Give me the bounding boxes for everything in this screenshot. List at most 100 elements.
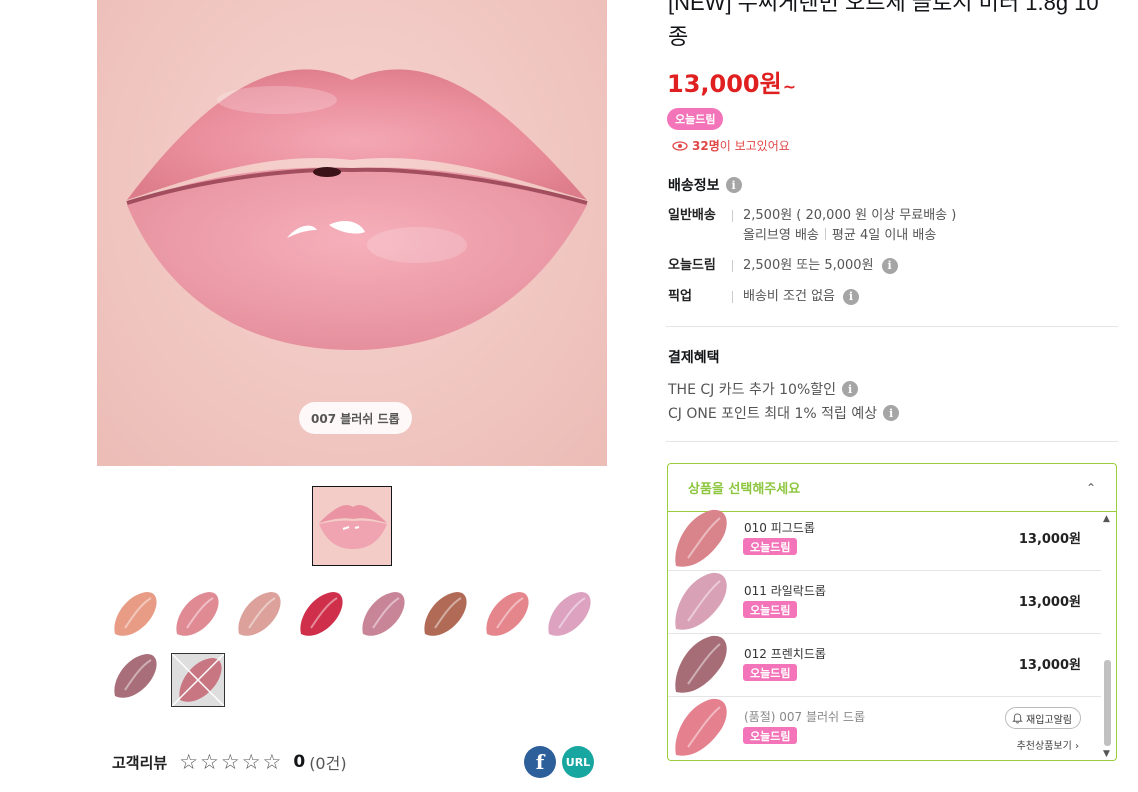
option-item[interactable]: 011 라일락드롭 오늘드림 13,000원 <box>668 571 1101 634</box>
option-swatch <box>675 698 727 756</box>
shipping-general-avg: 평균 4일 이내 배송 <box>831 228 937 243</box>
option-selector-header[interactable]: 상품을 선택해주세요 ⌃ <box>668 464 1116 512</box>
star-icon: ☆ <box>179 750 199 774</box>
option-name: 010 피그드롭 <box>744 521 815 535</box>
shipping-title-text: 배송정보 <box>668 178 720 194</box>
swatch-soldout[interactable] <box>171 653 225 707</box>
info-icon[interactable]: i <box>843 289 859 305</box>
option-swatch <box>675 635 727 693</box>
option-swatch <box>675 572 727 630</box>
product-price: 13,000원~ <box>667 64 796 99</box>
swatch-006[interactable] <box>417 588 471 642</box>
swatch-004[interactable] <box>293 588 347 642</box>
gallery-thumbnail[interactable] <box>312 486 392 566</box>
chevron-up-icon: ⌃ <box>1085 480 1096 495</box>
option-selector-prompt: 상품을 선택해주세요 <box>688 482 801 497</box>
review-label: 고객리뷰 <box>112 753 168 772</box>
benefit-cj-one: CJ ONE 포인트 최대 1% 적립 예상 i <box>668 403 900 423</box>
payment-benefits-title: 결제혜택 <box>668 350 720 366</box>
info-icon[interactable]: i <box>842 381 859 397</box>
option-name: 011 라일락드롭 <box>744 584 826 598</box>
facebook-share-button[interactable]: f <box>524 746 556 778</box>
option-swatch <box>675 509 727 567</box>
benefit-cj-one-text: CJ ONE 포인트 최대 1% 적립 예상 <box>668 406 878 422</box>
star-icon: ☆ <box>220 750 240 774</box>
option-list: 010 피그드롭 오늘드림 13,000원 011 라일락드롭 오늘드림 13,… <box>668 509 1101 760</box>
shipping-general-line-1: 2,500원 ( 20,000 원 이상 무료배송 ) <box>743 208 957 223</box>
shipping-row-today: 오늘드림 2,500원 또는 5,000원 i <box>668 256 898 276</box>
current-option-label: 007 블러쉬 드롭 <box>299 402 412 434</box>
option-list-scrollbar[interactable]: ▲ ▼ <box>1101 514 1115 759</box>
bell-icon <box>1012 712 1023 724</box>
swatch-001[interactable] <box>107 588 161 642</box>
star-icon: ☆ <box>200 750 219 774</box>
swatch-005[interactable] <box>355 588 409 642</box>
separator <box>732 210 733 222</box>
shipping-key-pickup: 픽업 <box>668 289 692 304</box>
review-bar: 고객리뷰 ☆ ☆ ☆ ☆ ☆ 0 (0건) f URL <box>112 742 604 782</box>
shipping-value-pickup: 배송비 조건 없음 <box>743 289 835 304</box>
today-delivery-badge: 오늘드림 <box>743 727 798 744</box>
viewer-count: 32명이 보고있어요 <box>672 137 790 154</box>
shipping-info-title: 배송정보 i <box>668 175 742 195</box>
scroll-down-icon[interactable]: ▼ <box>1103 749 1110 759</box>
option-name: 012 프렌치드롭 <box>744 647 826 661</box>
option-item[interactable]: 012 프렌치드롭 오늘드림 13,000원 <box>668 634 1101 697</box>
option-price: 13,000원 <box>1018 595 1081 610</box>
eye-icon <box>672 140 688 151</box>
today-delivery-badge: 오늘드림 <box>667 108 724 130</box>
option-item[interactable]: 010 피그드롭 오늘드림 13,000원 <box>668 508 1101 571</box>
scroll-up-icon[interactable]: ▲ <box>1103 514 1110 524</box>
price-value: 13,000원 <box>667 70 782 98</box>
swatch-007[interactable] <box>479 588 533 642</box>
info-icon[interactable]: i <box>725 177 742 193</box>
swatch-009[interactable] <box>107 650 161 704</box>
soldout-x-icon <box>172 654 224 706</box>
shipping-row-general: 일반배송 2,500원 ( 20,000 원 이상 무료배송 ) 올리브영 배송… <box>668 206 956 246</box>
option-name: (품절) 007 블러쉬 드롭 <box>744 710 865 724</box>
shipping-key-today: 오늘드림 <box>668 258 716 273</box>
divider <box>666 326 1118 327</box>
benefit-cj-card-text: THE CJ 카드 추가 10%할인 <box>668 382 837 398</box>
star-icon: ☆ <box>262 750 282 774</box>
price-suffix: ~ <box>782 77 797 96</box>
shipping-key-general: 일반배송 <box>668 208 716 223</box>
main-product-image: 007 블러쉬 드롭 <box>97 0 607 466</box>
shipping-row-pickup: 픽업 배송비 조건 없음 i <box>668 287 859 307</box>
star-icon: ☆ <box>241 750 261 774</box>
recommend-products-link[interactable]: 추천상품보기 › <box>1017 737 1079 752</box>
option-item-soldout[interactable]: (품절) 007 블러쉬 드롭 오늘드림 재입고알림 추천상품보기 › <box>668 697 1101 760</box>
option-price: 13,000원 <box>1018 532 1081 547</box>
swatch-003[interactable] <box>231 588 285 642</box>
swatch-002[interactable] <box>169 588 223 642</box>
url-copy-button[interactable]: URL <box>562 746 594 778</box>
shipping-general-olive: 올리브영 배송 <box>743 228 819 243</box>
option-price: 13,000원 <box>1018 658 1081 673</box>
info-icon[interactable]: i <box>881 258 898 274</box>
scrollbar-thumb[interactable] <box>1104 660 1111 746</box>
separator <box>732 260 733 272</box>
benefit-cj-card: THE CJ 카드 추가 10%할인 i <box>668 379 859 399</box>
restock-alert-button[interactable]: 재입고알림 <box>1005 707 1081 729</box>
separator <box>824 228 826 240</box>
info-icon[interactable]: i <box>883 405 900 421</box>
product-title: [NEW] 누씨게렌빈 오르세 글로시 미터 1.8g 10종 <box>668 0 1099 49</box>
shipping-general-line-2: 올리브영 배송 평균 4일 이내 배송 <box>743 226 956 246</box>
today-delivery-badge: 오늘드림 <box>743 538 798 555</box>
shipping-value-today: 2,500원 또는 5,000원 <box>743 258 874 273</box>
review-score: 0 <box>293 752 306 772</box>
option-selector: 상품을 선택해주세요 ⌃ 010 피그드롭 오늘드림 13,000원 011 라… <box>667 463 1117 761</box>
review-count[interactable]: (0건) <box>309 750 346 774</box>
lips-image <box>126 69 588 350</box>
today-delivery-badge: 오늘드림 <box>743 601 798 618</box>
restock-alert-label: 재입고알림 <box>1026 714 1072 726</box>
viewer-text: 이 보고있어요 <box>719 139 790 153</box>
separator <box>732 291 733 303</box>
swatch-008[interactable] <box>541 588 595 642</box>
shipping-value-general: 2,500원 ( 20,000 원 이상 무료배송 ) 올리브영 배송 평균 4일… <box>743 206 956 246</box>
today-delivery-badge: 오늘드림 <box>743 664 798 681</box>
share-buttons: f URL <box>524 746 594 778</box>
rating-stars: ☆ ☆ ☆ ☆ ☆ <box>179 750 281 774</box>
divider <box>666 441 1118 442</box>
viewer-number: 32명 <box>692 139 720 153</box>
